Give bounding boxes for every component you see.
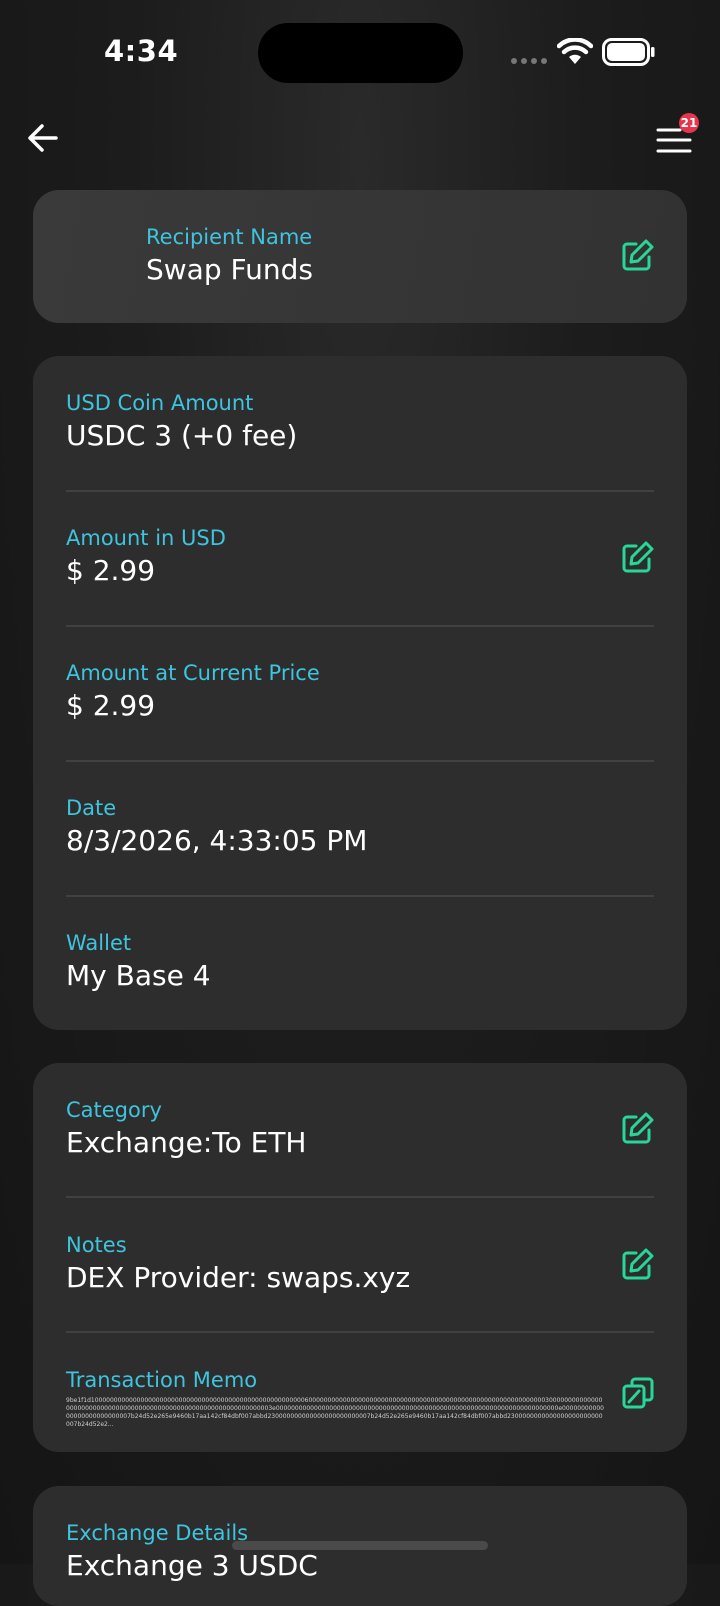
category-value: Exchange:To ETH — [66, 1126, 307, 1159]
status-bar: 4:34 — [0, 0, 720, 100]
amount-current-row: Amount at Current Price $ 2.99 — [66, 660, 654, 724]
wallet-row: Wallet My Base 4 — [66, 930, 654, 994]
category-row: Category Exchange:To ETH — [66, 1097, 654, 1161]
edit-notes-icon[interactable] — [621, 1247, 655, 1281]
edit-amount-usd-icon[interactable] — [621, 540, 655, 574]
edit-recipient-icon[interactable] — [621, 238, 655, 272]
copy-memo-icon[interactable] — [621, 1376, 655, 1410]
notes-row: Notes DEX Provider: swaps.xyz — [66, 1232, 654, 1296]
battery-icon — [602, 38, 655, 66]
date-row: Date 8/3/2026, 4:33:05 PM — [66, 795, 654, 859]
wallet-value: My Base 4 — [66, 959, 211, 992]
notes-label: Notes — [66, 1233, 127, 1257]
divider — [66, 895, 654, 897]
notification-badge: 21 — [679, 113, 699, 133]
amount-details-card: USD Coin Amount USDC 3 (+0 fee) Amount i… — [33, 356, 687, 1030]
memo-label: Transaction Memo — [66, 1368, 258, 1392]
home-indicator[interactable] — [232, 1541, 488, 1550]
edit-category-icon[interactable] — [621, 1111, 655, 1145]
back-arrow-icon[interactable] — [24, 118, 64, 158]
date-value: 8/3/2026, 4:33:05 PM — [66, 824, 368, 857]
cellular-signal-icon — [511, 58, 547, 64]
memo-row: Transaction Memo 9be1f1d1000000000000000… — [66, 1367, 654, 1429]
category-label: Category — [66, 1098, 162, 1122]
amount-usd-row: Amount in USD $ 2.99 — [66, 525, 654, 589]
amount-usd-value: $ 2.99 — [66, 554, 156, 587]
divider — [66, 760, 654, 762]
wallet-label: Wallet — [66, 931, 132, 955]
exchange-row: Exchange Details Exchange 3 USDC — [66, 1520, 654, 1584]
date-label: Date — [66, 796, 117, 820]
memo-value: 9be1f1d100000000000000000000000000000000… — [66, 1397, 604, 1428]
amount-usd-label: Amount in USD — [66, 526, 226, 550]
amount-current-label: Amount at Current Price — [66, 661, 320, 685]
meta-card: Category Exchange:To ETH Notes DEX Provi… — [33, 1063, 687, 1452]
divider — [66, 1196, 654, 1198]
status-time: 4:34 — [104, 34, 179, 68]
recipient-card: Recipient Name Swap Funds — [33, 190, 687, 323]
divider — [66, 625, 654, 627]
top-nav — [0, 100, 720, 180]
coin-amount-row: USD Coin Amount USDC 3 (+0 fee) — [66, 390, 654, 454]
coin-amount-value: USDC 3 (+0 fee) — [66, 419, 298, 452]
wifi-icon — [557, 38, 593, 64]
exchange-value: Exchange 3 USDC — [66, 1549, 318, 1582]
dynamic-island — [258, 23, 463, 83]
divider — [66, 1331, 654, 1333]
notes-value: DEX Provider: swaps.xyz — [66, 1261, 411, 1294]
divider — [66, 490, 654, 492]
coin-amount-label: USD Coin Amount — [66, 391, 254, 415]
amount-current-value: $ 2.99 — [66, 689, 156, 722]
